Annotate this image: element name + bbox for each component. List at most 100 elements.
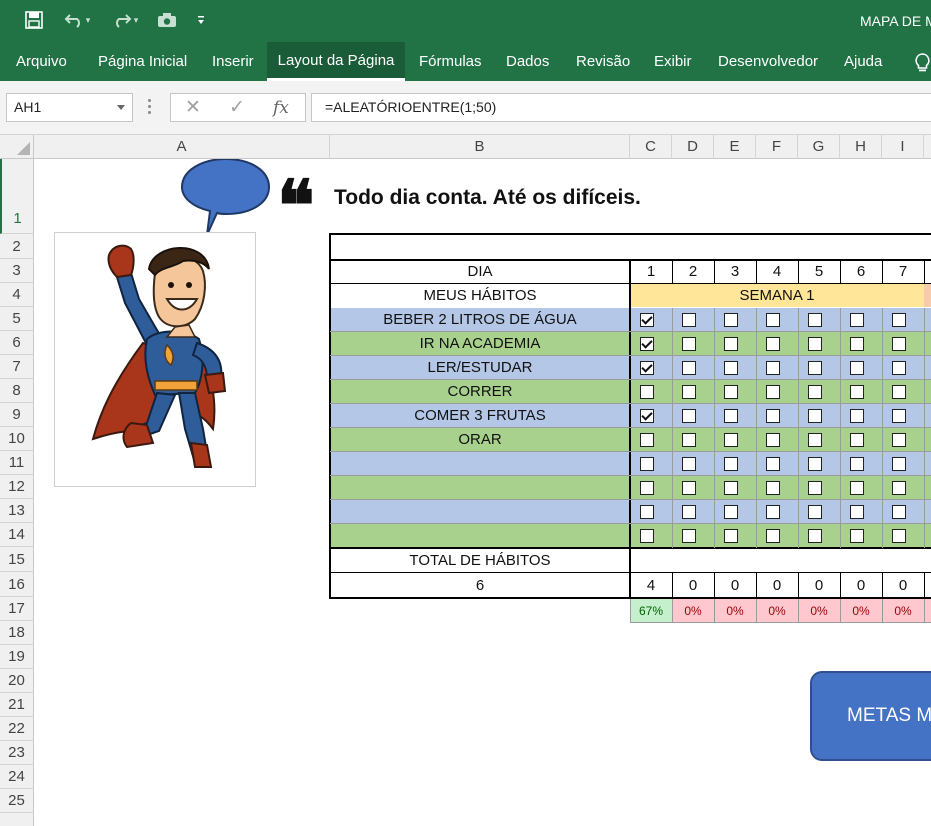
checkbox-unchecked[interactable] (892, 409, 906, 423)
row-header-3[interactable]: 3 (0, 259, 33, 283)
column-header-c[interactable]: C (630, 135, 672, 159)
row-header-25[interactable]: 25 (0, 789, 33, 813)
tab-pagina-inicial[interactable]: Página Inicial (98, 42, 187, 81)
checkbox-unchecked[interactable] (766, 409, 780, 423)
checkbox-checked[interactable] (640, 409, 654, 423)
checkbox-unchecked[interactable] (850, 409, 864, 423)
checkbox-unchecked[interactable] (682, 313, 696, 327)
checkbox-unchecked[interactable] (850, 505, 864, 519)
chevron-down-icon[interactable] (117, 105, 125, 110)
checkbox-unchecked[interactable] (724, 505, 738, 519)
checkbox-unchecked[interactable] (766, 529, 780, 543)
row-header-6[interactable]: 6 (0, 331, 33, 355)
checkbox-unchecked[interactable] (682, 505, 696, 519)
row-header-14[interactable]: 14 (0, 523, 33, 547)
checkbox-unchecked[interactable] (766, 457, 780, 471)
row-header-10[interactable]: 10 (0, 427, 33, 451)
superhero-image[interactable] (54, 232, 256, 487)
habit-name[interactable] (330, 500, 630, 524)
confirm-icon[interactable]: ✓ (229, 96, 245, 119)
habit-name[interactable]: COMER 3 FRUTAS (330, 404, 630, 428)
tab-formulas[interactable]: Fórmulas (419, 42, 482, 81)
checkbox-unchecked[interactable] (640, 505, 654, 519)
tab-arquivo[interactable]: Arquivo (16, 42, 67, 81)
checkbox-unchecked[interactable] (682, 361, 696, 375)
checkbox-unchecked[interactable] (724, 313, 738, 327)
checkbox-unchecked[interactable] (724, 361, 738, 375)
checkbox-checked[interactable] (640, 313, 654, 327)
checkbox-unchecked[interactable] (808, 457, 822, 471)
row-header-15[interactable]: 15 (0, 547, 33, 572)
checkbox-unchecked[interactable] (892, 529, 906, 543)
save-icon[interactable] (22, 8, 46, 32)
checkbox-unchecked[interactable] (682, 385, 696, 399)
checkbox-checked[interactable] (640, 361, 654, 375)
row-header-8[interactable]: 8 (0, 379, 33, 403)
checkbox-unchecked[interactable] (850, 361, 864, 375)
habit-name[interactable]: BEBER 2 LITROS DE ÁGUA (330, 308, 630, 332)
camera-icon[interactable] (155, 8, 179, 32)
checkbox-unchecked[interactable] (724, 385, 738, 399)
checkbox-unchecked[interactable] (892, 337, 906, 351)
habit-name[interactable]: ORAR (330, 428, 630, 452)
column-header-b[interactable]: B (330, 135, 630, 159)
checkbox-unchecked[interactable] (808, 481, 822, 495)
customize-icon[interactable] (193, 8, 209, 32)
row-header-21[interactable]: 21 (0, 693, 33, 717)
column-header-i[interactable]: I (882, 135, 924, 159)
habit-name[interactable] (330, 452, 630, 476)
checkbox-unchecked[interactable] (850, 385, 864, 399)
checkbox-unchecked[interactable] (766, 385, 780, 399)
row-header-13[interactable]: 13 (0, 499, 33, 523)
checkbox-unchecked[interactable] (808, 385, 822, 399)
habit-name[interactable]: IR NA ACADEMIA (330, 332, 630, 356)
tab-layout-da-pagina[interactable]: Layout da Página (267, 42, 405, 81)
checkbox-unchecked[interactable] (808, 337, 822, 351)
lightbulb-icon[interactable] (914, 53, 931, 78)
insert-function-icon[interactable]: fx (273, 98, 289, 118)
row-header-18[interactable]: 18 (0, 621, 33, 645)
checkbox-unchecked[interactable] (850, 529, 864, 543)
row-header-11[interactable]: 11 (0, 451, 33, 475)
worksheet[interactable]: ❝ Todo dia conta. Até os difíceis. DIA M… (34, 159, 931, 826)
checkbox-unchecked[interactable] (766, 505, 780, 519)
checkbox-unchecked[interactable] (766, 313, 780, 327)
undo-icon[interactable]: ▾ (58, 8, 96, 32)
checkbox-unchecked[interactable] (724, 457, 738, 471)
row-header-12[interactable]: 12 (0, 475, 33, 499)
checkbox-unchecked[interactable] (850, 457, 864, 471)
row-header-24[interactable]: 24 (0, 765, 33, 789)
habit-name[interactable] (330, 476, 630, 500)
checkbox-unchecked[interactable] (808, 409, 822, 423)
checkbox-unchecked[interactable] (640, 433, 654, 447)
checkbox-unchecked[interactable] (850, 433, 864, 447)
checkbox-unchecked[interactable] (766, 337, 780, 351)
select-all-button[interactable] (0, 135, 34, 159)
checkbox-unchecked[interactable] (892, 433, 906, 447)
checkbox-unchecked[interactable] (682, 409, 696, 423)
tab-desenvolvedor[interactable]: Desenvolvedor (718, 42, 818, 81)
column-header-a[interactable]: A (34, 135, 330, 159)
row-header-7[interactable]: 7 (0, 355, 33, 379)
checkbox-unchecked[interactable] (682, 481, 696, 495)
checkbox-unchecked[interactable] (850, 313, 864, 327)
checkbox-unchecked[interactable] (892, 481, 906, 495)
checkbox-unchecked[interactable] (808, 529, 822, 543)
row-header-1[interactable]: 1 (0, 159, 33, 234)
checkbox-checked[interactable] (640, 337, 654, 351)
checkbox-unchecked[interactable] (724, 529, 738, 543)
column-header-h[interactable]: H (840, 135, 882, 159)
checkbox-unchecked[interactable] (682, 337, 696, 351)
checkbox-unchecked[interactable] (766, 361, 780, 375)
checkbox-unchecked[interactable] (850, 481, 864, 495)
checkbox-unchecked[interactable] (724, 433, 738, 447)
checkbox-unchecked[interactable] (640, 385, 654, 399)
column-header-d[interactable]: D (672, 135, 714, 159)
row-header-9[interactable]: 9 (0, 403, 33, 427)
checkbox-unchecked[interactable] (640, 481, 654, 495)
cancel-icon[interactable]: ✕ (185, 96, 201, 119)
checkbox-unchecked[interactable] (808, 313, 822, 327)
checkbox-unchecked[interactable] (892, 385, 906, 399)
habit-name[interactable] (330, 524, 630, 548)
checkbox-unchecked[interactable] (892, 457, 906, 471)
